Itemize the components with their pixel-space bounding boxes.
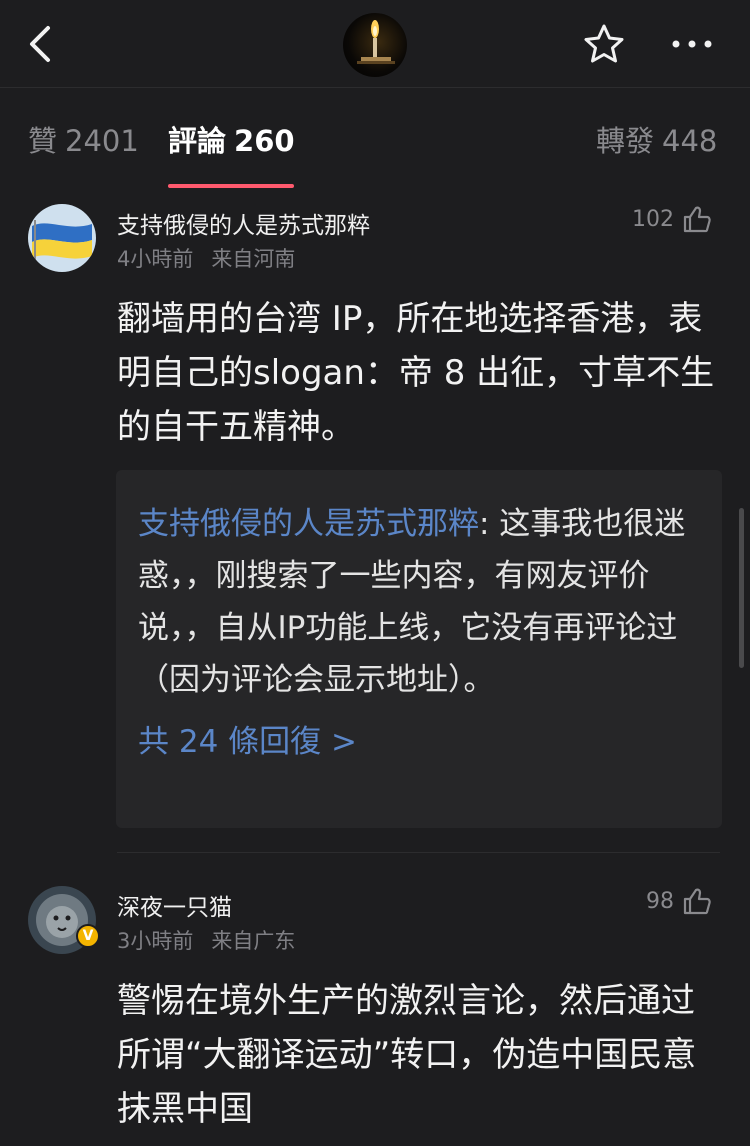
active-tab-indicator xyxy=(168,184,294,188)
commenter-name[interactable]: 支持俄侵的人是苏式那粹 xyxy=(117,206,370,240)
tab-count: 260 xyxy=(234,124,295,158)
comment-meta: 4小時前 来自河南 xyxy=(117,243,295,273)
back-arrow-icon xyxy=(30,26,50,62)
like-count: 98 xyxy=(646,888,674,914)
tab-count: 448 xyxy=(662,124,718,158)
scrollbar[interactable] xyxy=(739,508,744,668)
like-button[interactable]: 102 xyxy=(632,204,712,234)
tab-label: 贊 xyxy=(28,124,58,158)
top-bar xyxy=(0,0,750,88)
tab-reposts[interactable]: 轉發 448 xyxy=(596,118,717,160)
star-icon xyxy=(584,24,624,63)
thumbs-up-icon xyxy=(683,888,711,915)
tab-bar: 贊 2401 評論 260 轉發 448 xyxy=(0,88,750,188)
comment-location: 来自河南 xyxy=(211,247,296,271)
verified-badge: V xyxy=(76,924,100,948)
thumbs-up-icon xyxy=(683,206,711,233)
reply-text-block: 支持俄侵的人是苏式那粹: 这事我也很迷惑，，刚搜索了一些内容，有网友评价说，，自… xyxy=(138,498,700,706)
comment-time: 4小時前 xyxy=(117,247,194,271)
commenter-name[interactable]: 深夜一只猫 xyxy=(117,888,232,922)
comment-time: 3小時前 xyxy=(117,929,194,953)
ukraine-flag-avatar xyxy=(28,204,96,272)
reply-preview[interactable]: 支持俄侵的人是苏式那粹: 这事我也很迷惑，，刚搜索了一些内容，有网友评价说，，自… xyxy=(116,470,722,828)
like-button[interactable]: 98 xyxy=(646,886,712,916)
tab-count: 2401 xyxy=(65,124,139,158)
poster-avatar[interactable] xyxy=(343,13,407,77)
favorite-button[interactable] xyxy=(582,22,626,66)
back-button[interactable] xyxy=(22,22,62,66)
comment-location: 来自广东 xyxy=(211,929,296,953)
tab-comments[interactable]: 評論 260 xyxy=(168,118,295,160)
comment-body: 警惕在境外生产的激烈言论，然后通过所谓“大翻译运动”转口，伪造中国民意抹黑中国 xyxy=(117,981,697,1129)
more-button[interactable] xyxy=(670,30,714,58)
tab-label: 評論 xyxy=(168,124,227,158)
tab-likes[interactable]: 贊 2401 xyxy=(28,118,139,160)
view-replies-link[interactable]: 共 24 條回復 > xyxy=(138,716,700,761)
more-dots-icon xyxy=(672,40,712,48)
comment-body: 翻墙用的台湾 IP，所在地选择香港，表明自己的slogan：帝 8 出征，寸草不… xyxy=(117,299,715,447)
reply-author[interactable]: 支持俄侵的人是苏式那粹 xyxy=(138,506,479,542)
tab-label: 轉發 xyxy=(596,124,655,158)
like-count: 102 xyxy=(632,206,674,232)
candle-image xyxy=(357,20,395,64)
comment-divider xyxy=(117,852,720,853)
comment-meta: 3小時前 来自广东 xyxy=(117,925,295,955)
commenter-avatar[interactable] xyxy=(28,204,96,272)
